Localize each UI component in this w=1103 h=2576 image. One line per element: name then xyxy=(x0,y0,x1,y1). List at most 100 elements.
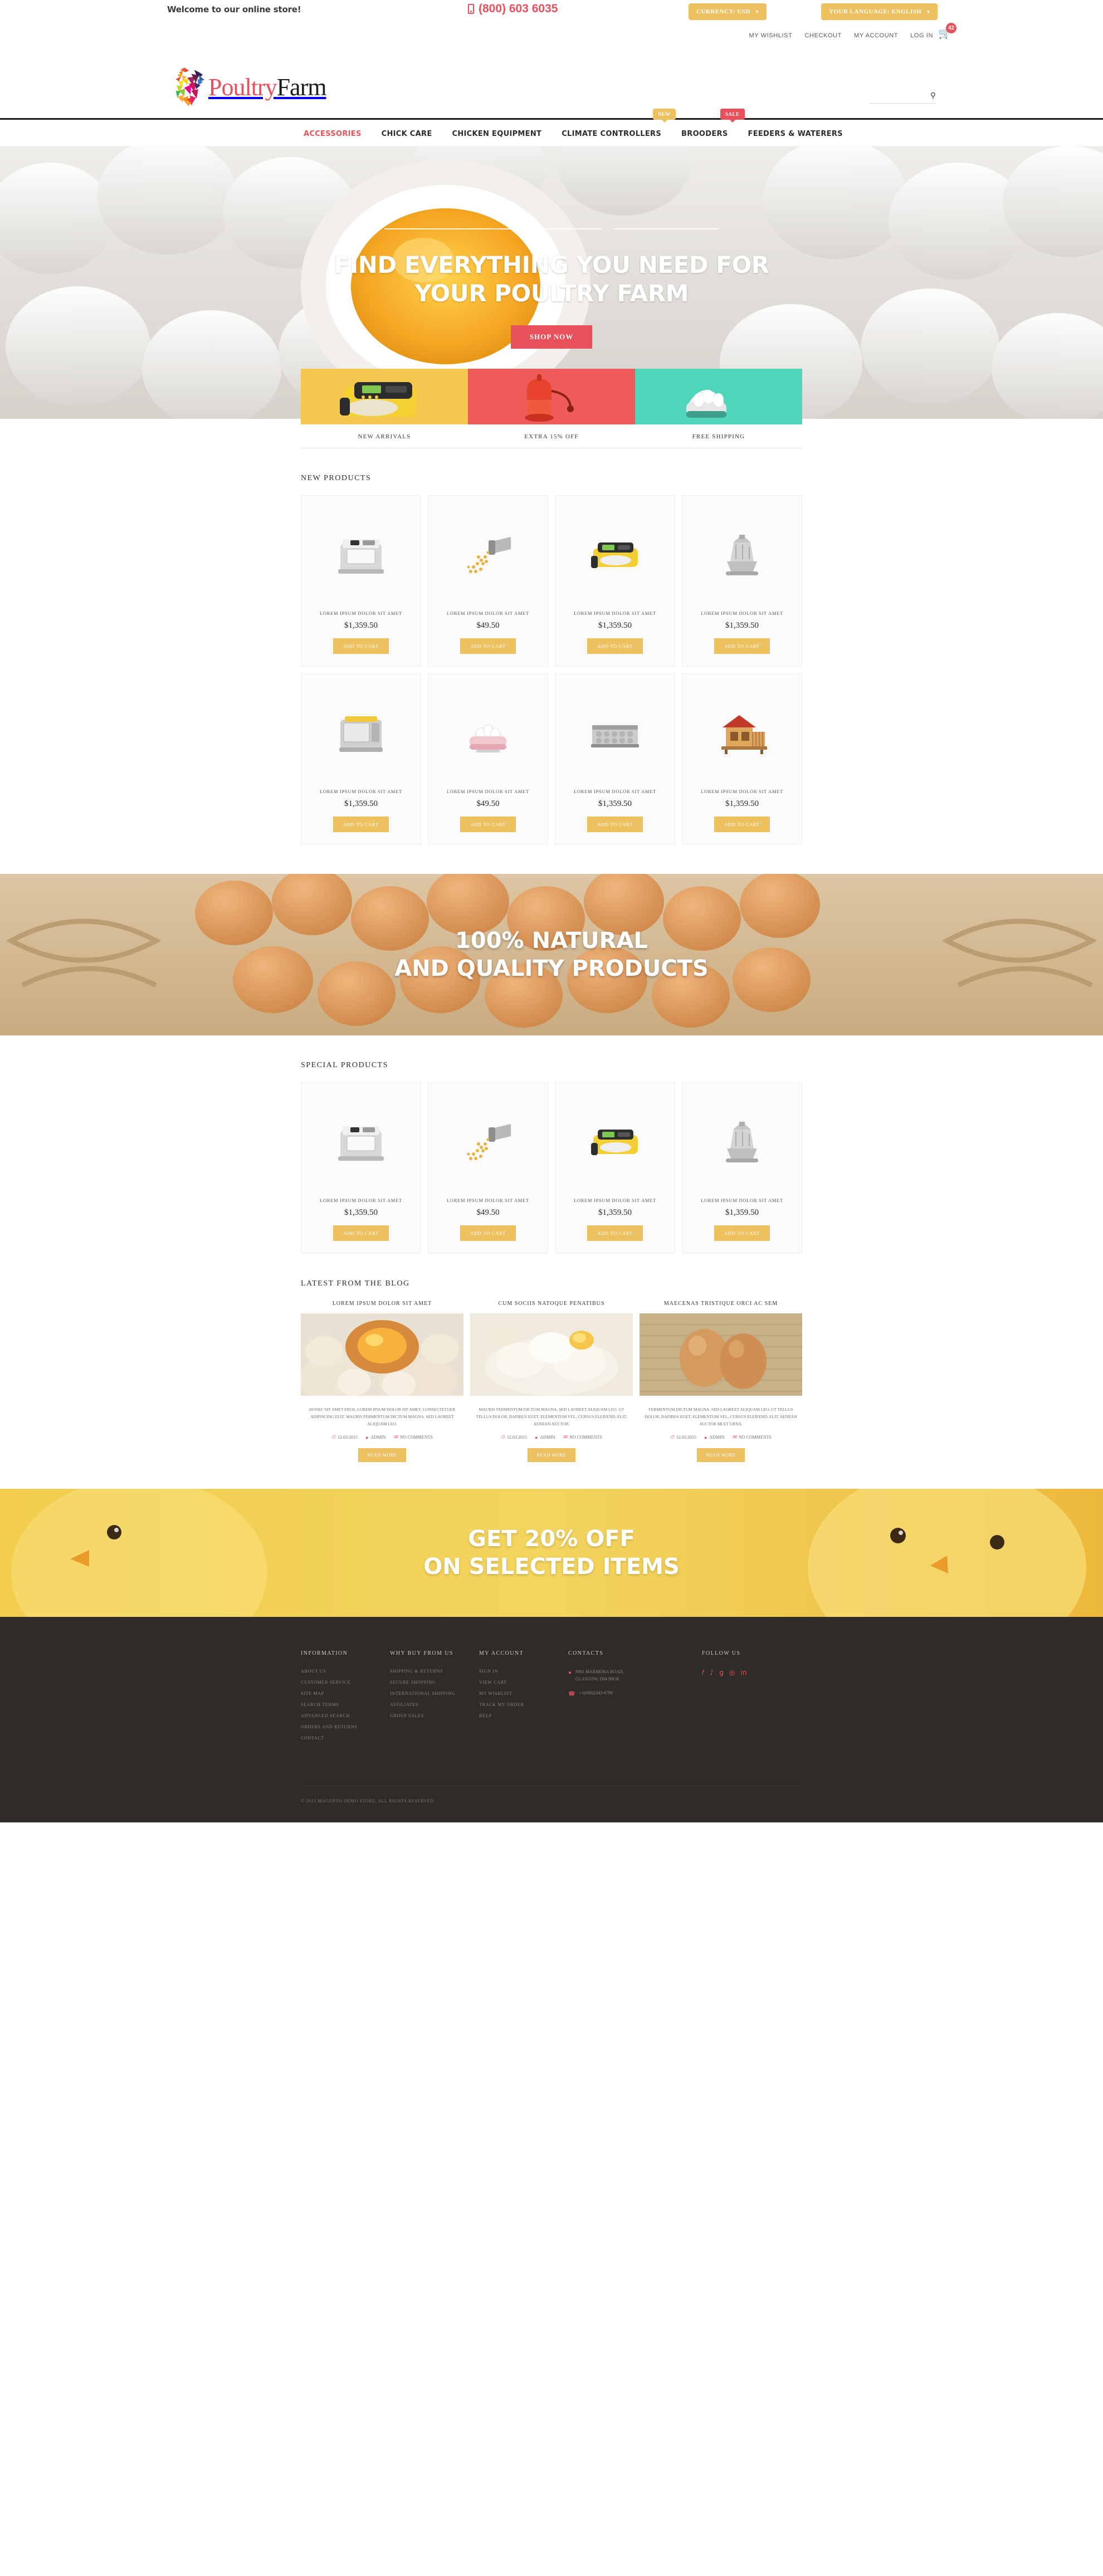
nav-item-brooders[interactable]: BROODERS xyxy=(681,130,728,138)
add-to-cart-button[interactable]: ADD TO CART xyxy=(333,1225,389,1241)
footer-link-about-us[interactable]: ABOUT US xyxy=(301,1669,390,1674)
product-image xyxy=(435,1095,541,1190)
product-card[interactable]: LOREM IPSUM DOLOR SIT AMET $1,359.50 ADD… xyxy=(555,673,675,845)
footer-link-contact[interactable]: CONTACT xyxy=(301,1736,390,1741)
blog-post-meta: ⏱ 12.03.2015 ● ADMIN ✉ NO COMMENTS xyxy=(470,1434,633,1440)
add-to-cart-button[interactable]: ADD TO CART xyxy=(460,817,516,832)
footer-link-shipping-returns[interactable]: SHIPPING & RETURNS xyxy=(390,1669,479,1674)
add-to-cart-button[interactable]: ADD TO CART xyxy=(587,1225,643,1241)
incubator-yellow-icon xyxy=(591,1130,638,1155)
top-bar: Welcome to our online store! (800) 603 6… xyxy=(0,0,1103,67)
read-more-button[interactable]: READ MORE xyxy=(528,1448,575,1463)
add-to-cart-button[interactable]: ADD TO CART xyxy=(333,817,389,832)
product-card[interactable]: LOREM IPSUM DOLOR SIT AMET $1,359.50 ADD… xyxy=(682,495,802,667)
footer-link-track-my-order[interactable]: TRACK MY ORDER xyxy=(479,1702,568,1707)
footer-link-my-wishlist[interactable]: MY WISHLIST xyxy=(479,1691,568,1696)
chevron-down-icon: ▾ xyxy=(755,8,759,14)
link-checkout[interactable]: CHECKOUT xyxy=(804,32,842,39)
product-image xyxy=(562,686,668,781)
footer-link-group-sales[interactable]: GROUP SALES xyxy=(390,1713,479,1718)
add-to-cart-button[interactable]: ADD TO CART xyxy=(460,638,516,654)
search-input[interactable] xyxy=(869,89,923,102)
product-card[interactable]: LOREM IPSUM DOLOR SIT AMET $1,359.50 ADD… xyxy=(682,673,802,845)
incubator-grey-icon xyxy=(338,539,384,574)
footer-link-view-cart[interactable]: VIEW CART xyxy=(479,1680,568,1685)
site-logo[interactable]: PoultryFarm xyxy=(167,67,326,107)
incubator-steel-icon xyxy=(339,716,383,752)
read-more-button[interactable]: READ MORE xyxy=(358,1448,406,1463)
phone-number: (800) 603 6035 xyxy=(468,2,558,16)
rss-icon[interactable]: ◎ xyxy=(729,1669,735,1677)
search-icon[interactable]: ⚲ xyxy=(930,91,936,100)
blog-post-title: CUM SOCIIS NATOQUE PENATIBUS xyxy=(498,1301,605,1307)
nav-item-accessories[interactable]: ACCESSORIES xyxy=(304,130,362,138)
product-card[interactable]: LOREM IPSUM DOLOR SIT AMET $49.50 ADD TO… xyxy=(428,673,548,845)
egg-cooker-icon xyxy=(470,724,506,752)
footer-link-orders-and-returns[interactable]: ORDERS AND RETURNS xyxy=(301,1724,390,1729)
footer-link-affiliates[interactable]: AFFILIATES xyxy=(390,1702,479,1707)
footer-link-international-shipping[interactable]: INTERNATIONAL SHIPPING xyxy=(390,1691,479,1696)
google-plus-icon[interactable]: g xyxy=(719,1669,724,1677)
add-to-cart-button[interactable]: ADD TO CART xyxy=(714,817,770,832)
add-to-cart-button[interactable]: ADD TO CART xyxy=(587,817,643,832)
add-to-cart-button[interactable]: ADD TO CART xyxy=(460,1225,516,1241)
logo-text-part2: Farm xyxy=(276,73,327,101)
product-card[interactable]: LOREM IPSUM DOLOR SIT AMET $1,359.50 ADD… xyxy=(555,495,675,667)
product-card[interactable]: LOREM IPSUM DOLOR SIT AMET $1,359.50 ADD… xyxy=(682,1082,802,1254)
promo-tile-free-shipping[interactable] xyxy=(635,369,802,424)
product-image xyxy=(689,686,795,781)
currency-selector[interactable]: CURRENCY: USD ▾ xyxy=(689,3,767,20)
nav-item-feeders-waterers[interactable]: FEEDERS & WATERERS xyxy=(748,130,843,138)
nav-item-chick-care[interactable]: CHICK CARE xyxy=(382,130,432,138)
hero-content: FIND EVERYTHING YOU NEED FOR YOUR POULTR… xyxy=(0,146,1103,349)
search-box[interactable]: ⚲ xyxy=(869,89,936,104)
language-selector[interactable]: YOUR LANGUAGE: ENGLISH ▾ xyxy=(821,3,938,20)
footer-link-advanced-search[interactable]: ADVANCED SEARCH xyxy=(301,1713,390,1718)
rooster-logo-icon xyxy=(175,67,204,106)
link-my-wishlist[interactable]: MY WISHLIST xyxy=(749,32,793,39)
read-more-button[interactable]: READ MORE xyxy=(697,1448,745,1463)
footer-link-site-map[interactable]: SITE MAP xyxy=(301,1691,390,1696)
promo-banner: GET 20% OFF ON SELECTED ITEMS xyxy=(0,1489,1103,1617)
twitter-icon[interactable]: ♪ xyxy=(710,1669,714,1677)
cart-button[interactable]: 🛒 42 xyxy=(938,23,956,40)
product-card[interactable]: LOREM IPSUM DOLOR SIT AMET $49.50 ADD TO… xyxy=(428,495,548,667)
add-to-cart-button[interactable]: ADD TO CART xyxy=(714,1225,770,1241)
cart-count-badge: 42 xyxy=(946,23,956,33)
add-to-cart-button[interactable]: ADD TO CART xyxy=(587,638,643,654)
blog-grid: LOREM IPSUM DOLOR SIT AMET DONEC SIT AME… xyxy=(300,1301,802,1463)
add-to-cart-button[interactable]: ADD TO CART xyxy=(333,638,389,654)
product-name: LOREM IPSUM DOLOR SIT AMET xyxy=(320,789,402,794)
promo-tile-extra-15-off[interactable] xyxy=(468,369,635,424)
shop-now-button[interactable]: SHOP NOW xyxy=(510,325,593,349)
currency-selector-label: CURRENCY: USD xyxy=(696,8,750,15)
blog-post[interactable]: CUM SOCIIS NATOQUE PENATIBUS MAURIS FERM… xyxy=(470,1301,633,1463)
facebook-icon[interactable]: 𝑓 xyxy=(702,1669,704,1677)
product-card[interactable]: LOREM IPSUM DOLOR SIT AMET $1,359.50 ADD… xyxy=(301,495,421,667)
blog-post-title: MAECENAS TRISTIQUE ORCI AC SEM xyxy=(663,1301,778,1307)
clock-icon: ⏱ xyxy=(670,1434,675,1440)
link-log-in[interactable]: LOG IN xyxy=(910,32,933,39)
add-to-cart-button[interactable]: ADD TO CART xyxy=(714,638,770,654)
product-card[interactable]: LOREM IPSUM DOLOR SIT AMET $1,359.50 ADD… xyxy=(301,673,421,845)
product-card[interactable]: LOREM IPSUM DOLOR SIT AMET $49.50 ADD TO… xyxy=(428,1082,548,1254)
product-card[interactable]: LOREM IPSUM DOLOR SIT AMET $1,359.50 ADD… xyxy=(301,1082,421,1254)
blog-post[interactable]: LOREM IPSUM DOLOR SIT AMET DONEC SIT AME… xyxy=(300,1301,463,1463)
link-my-account[interactable]: MY ACCOUNT xyxy=(854,32,898,39)
blog-post-date: ⏱ 12.03.2015 xyxy=(331,1434,358,1440)
logo-text-part1: Poultry xyxy=(208,73,277,101)
footer-link-help[interactable]: HELP xyxy=(479,1713,568,1718)
product-card[interactable]: LOREM IPSUM DOLOR SIT AMET $1,359.50 ADD… xyxy=(555,1082,675,1254)
footer-link-search-terms[interactable]: SEARCH TERMS xyxy=(301,1702,390,1707)
linkedin-icon[interactable]: in xyxy=(741,1669,747,1677)
promo-tile-new-arrivals[interactable] xyxy=(301,369,468,424)
nav-item-chicken-equipment[interactable]: CHICKEN EQUIPMENT xyxy=(452,130,542,138)
blog-post-meta: ⏱ 12.03.2015 ● ADMIN ✉ NO COMMENTS xyxy=(301,1434,463,1440)
footer-link-customer-service[interactable]: CUSTOMER SERVICE xyxy=(301,1680,390,1685)
nav-item-climate-controllers[interactable]: CLIMATE CONTROLLERS xyxy=(562,130,661,138)
incubator-yellow-icon xyxy=(591,542,638,568)
footer-link-sign-in[interactable]: SIGN IN xyxy=(479,1669,568,1674)
product-price: $1,359.50 xyxy=(598,1208,632,1217)
footer-link-secure-shopping[interactable]: SECURE SHOPPING xyxy=(390,1680,479,1685)
blog-post[interactable]: MAECENAS TRISTIQUE ORCI AC SEM FERMENTUM… xyxy=(640,1301,802,1463)
